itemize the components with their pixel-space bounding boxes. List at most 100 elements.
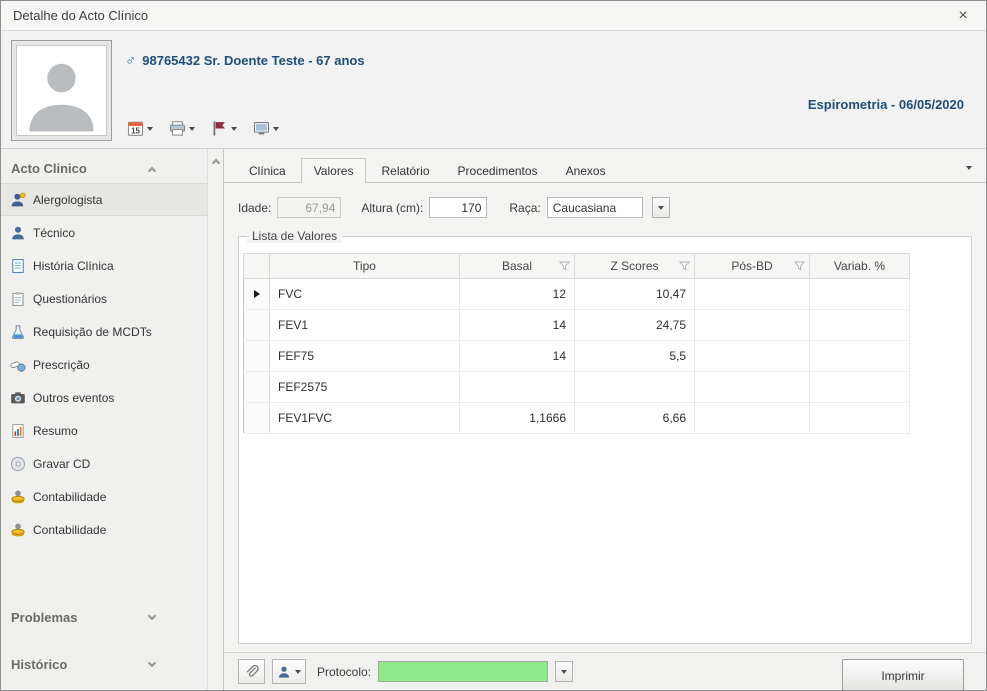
sidebar-item-label: Prescrição bbox=[33, 358, 90, 372]
flag-tool-button[interactable] bbox=[207, 117, 241, 140]
sidebar-item-resumo[interactable]: Resumo bbox=[1, 414, 207, 447]
titlebar: Detalhe do Acto Clínico × bbox=[1, 1, 986, 31]
sidebar-item-alergologista[interactable]: Alergologista bbox=[1, 183, 207, 216]
attach-button[interactable] bbox=[238, 659, 265, 684]
chevron-down-icon bbox=[561, 670, 567, 674]
patient-avatar bbox=[16, 45, 107, 136]
sidebar-item-label: Técnico bbox=[33, 226, 75, 240]
lista-de-valores-groupbox: Lista de Valores Tipo bbox=[238, 236, 972, 644]
protocolo-dropdown-button[interactable] bbox=[555, 661, 573, 682]
sidebar-item-historia-clinica[interactable]: História Clínica bbox=[1, 249, 207, 282]
row-indicator-header bbox=[244, 254, 270, 279]
filter-icon[interactable] bbox=[794, 261, 805, 271]
altura-label: Altura (cm): bbox=[361, 201, 423, 215]
sidebar-item-requisicao-mcdts[interactable]: Requisição de MCDTs bbox=[1, 315, 207, 348]
sidebar-item-contabilidade-1[interactable]: Contabilidade bbox=[1, 480, 207, 513]
patient-name: 98765432 Sr. Doente Teste - 67 anos bbox=[142, 53, 364, 68]
tab-procedimentos[interactable]: Procedimentos bbox=[445, 158, 551, 182]
sidebar-item-label: Contabilidade bbox=[33, 523, 106, 537]
close-button[interactable]: × bbox=[952, 7, 974, 25]
svg-text:15: 15 bbox=[131, 126, 140, 135]
screen-tool-button[interactable] bbox=[249, 117, 283, 140]
idade-label: Idade: bbox=[238, 201, 271, 215]
tab-page-valores: Idade: Altura (cm): Raça: Caucasiana Lis… bbox=[224, 183, 986, 652]
filter-icon[interactable] bbox=[559, 261, 570, 271]
filter-icon[interactable] bbox=[679, 261, 690, 271]
column-header-zscores[interactable]: Z Scores bbox=[575, 254, 695, 279]
accounting-icon bbox=[9, 488, 26, 505]
sidebar-item-outros-eventos[interactable]: Outros eventos bbox=[1, 381, 207, 414]
row-indicator bbox=[244, 403, 270, 434]
tab-relatorio[interactable]: Relatório bbox=[368, 158, 442, 182]
raca-dropdown-button[interactable] bbox=[652, 197, 670, 218]
sidebar-item-label: Alergologista bbox=[33, 193, 102, 207]
questionnaires-icon bbox=[9, 290, 26, 307]
sidebar-group-acto-clinico[interactable]: Acto Clinico bbox=[1, 153, 207, 183]
print-tool-button[interactable] bbox=[165, 117, 199, 140]
window-body: Acto Clinico Alergologista bbox=[1, 149, 986, 690]
window-title: Detalhe do Acto Clínico bbox=[13, 8, 148, 23]
table-row[interactable]: FEV1 14 24,75 bbox=[244, 310, 910, 341]
sidebar-item-contabilidade-2[interactable]: Contabilidade bbox=[1, 513, 207, 546]
groupbox-title: Lista de Valores bbox=[247, 229, 342, 243]
flag-icon bbox=[211, 120, 228, 137]
group-label: Histórico bbox=[11, 657, 67, 672]
values-table: Tipo Basal Z Scores bbox=[243, 253, 910, 434]
column-header-tipo[interactable]: Tipo bbox=[270, 254, 460, 279]
column-header-posbd[interactable]: Pós-BD bbox=[695, 254, 810, 279]
protocolo-label: Protocolo: bbox=[317, 665, 371, 679]
person-icon bbox=[277, 665, 291, 679]
chevron-up-icon bbox=[148, 167, 156, 175]
protocolo-input[interactable] bbox=[378, 661, 548, 682]
idade-input bbox=[277, 197, 341, 218]
raca-label: Raça: bbox=[509, 201, 540, 215]
tab-anexos[interactable]: Anexos bbox=[553, 158, 619, 182]
sidebar-item-label: Resumo bbox=[33, 424, 78, 438]
altura-input[interactable] bbox=[429, 197, 487, 218]
raca-combobox[interactable]: Caucasiana bbox=[547, 197, 643, 218]
tab-list-dropdown[interactable] bbox=[966, 159, 974, 182]
sidebar-group-historico[interactable]: Histórico bbox=[1, 649, 207, 679]
row-indicator bbox=[244, 310, 270, 341]
column-header-basal[interactable]: Basal bbox=[460, 254, 575, 279]
sidebar-item-label: Questionários bbox=[33, 292, 107, 306]
chevron-down-icon bbox=[189, 127, 195, 131]
sidebar-item-label: Gravar CD bbox=[33, 457, 90, 471]
table-row[interactable]: FEV1FVC 1,1666 6,66 bbox=[244, 403, 910, 434]
sidebar-group-problemas[interactable]: Problemas bbox=[1, 602, 207, 632]
table-row[interactable]: FEF2575 bbox=[244, 372, 910, 403]
clinical-history-icon bbox=[9, 257, 26, 274]
cd-icon bbox=[9, 455, 26, 472]
sidebar-item-tecnico[interactable]: Técnico bbox=[1, 216, 207, 249]
imprimir-button[interactable]: Imprimir bbox=[842, 659, 964, 691]
sidebar-item-gravar-cd[interactable]: Gravar CD bbox=[1, 447, 207, 480]
table-row[interactable]: FVC 12 10,47 bbox=[244, 279, 910, 310]
user-dropdown-button[interactable] bbox=[272, 659, 306, 684]
screen-icon bbox=[253, 120, 270, 137]
sidebar-item-label: Contabilidade bbox=[33, 490, 106, 504]
sidebar-item-label: Requisição de MCDTs bbox=[33, 325, 152, 339]
column-header-variab[interactable]: Variab. % bbox=[810, 254, 910, 279]
sidebar-scrollbar[interactable] bbox=[207, 149, 224, 690]
print-icon bbox=[169, 120, 186, 137]
sidebar-item-label: Outros eventos bbox=[33, 391, 114, 405]
paperclip-icon bbox=[244, 664, 259, 679]
male-gender-icon: ♂ bbox=[125, 52, 136, 69]
tabstrip: Clínica Valores Relatório Procedimentos … bbox=[224, 157, 986, 183]
measurements-form: Idade: Altura (cm): Raça: Caucasiana bbox=[238, 197, 972, 218]
patient-header: ♂ 98765432 Sr. Doente Teste - 67 anos Es… bbox=[1, 31, 986, 149]
chevron-down-icon bbox=[148, 612, 156, 620]
sidebar-item-prescricao[interactable]: Prescrição bbox=[1, 348, 207, 381]
chevron-down-icon bbox=[231, 127, 237, 131]
row-indicator bbox=[244, 341, 270, 372]
scroll-up-icon[interactable] bbox=[211, 159, 219, 167]
calendar-tool-button[interactable]: 15 bbox=[123, 117, 157, 140]
footer-bar: Protocolo: Imprimir bbox=[224, 652, 986, 690]
table-row[interactable]: FEF75 14 5,5 bbox=[244, 341, 910, 372]
tab-valores[interactable]: Valores bbox=[301, 158, 367, 183]
calendar-icon: 15 bbox=[127, 120, 144, 137]
sidebar-item-questionarios[interactable]: Questionários bbox=[1, 282, 207, 315]
tab-clinica[interactable]: Clínica bbox=[236, 158, 299, 182]
prescription-pills-icon bbox=[9, 356, 26, 373]
patient-photo-frame bbox=[11, 40, 112, 141]
